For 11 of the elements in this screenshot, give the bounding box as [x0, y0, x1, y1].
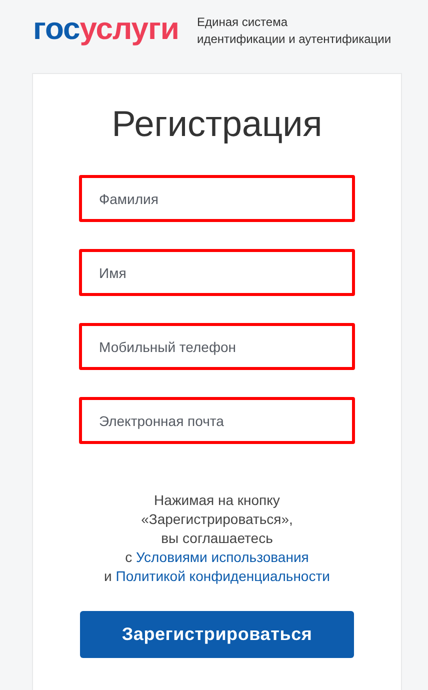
form-title: Регистрация	[112, 102, 322, 146]
register-button[interactable]: Зарегистрироваться	[80, 611, 354, 658]
tagline: Единая система идентификации и аутентификации	[196, 14, 392, 48]
input-field[interactable]: Электронная почта	[79, 397, 355, 444]
input-field[interactable]: Фамилия	[79, 175, 355, 222]
consent-text: Нажимая на кнопку «Зарегистрироваться», вы соглашаетесь с Условиями использования и Политикой конфиденциальности	[104, 491, 330, 586]
logo[interactable]: госуслуги	[33, 12, 179, 44]
input-field[interactable]: Имя	[79, 249, 355, 296]
input-field[interactable]: Мобильный телефон	[79, 323, 355, 370]
privacy-link[interactable]: Политикой конфиденциальности	[116, 568, 330, 584]
terms-link[interactable]: Условиями использования	[136, 549, 309, 565]
